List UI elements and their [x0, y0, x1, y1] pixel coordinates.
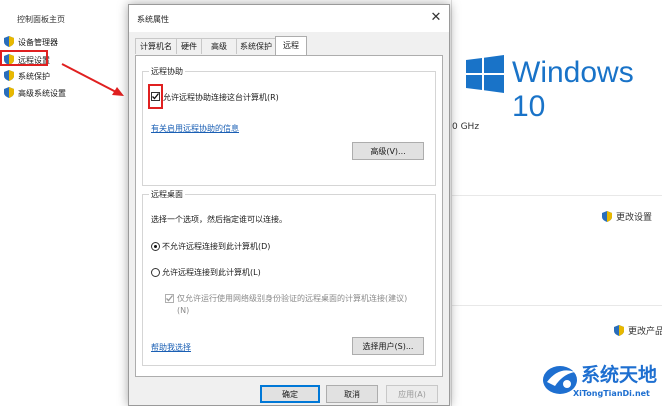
ok-button[interactable]: 确定	[260, 385, 320, 403]
windows-logo-icon	[466, 55, 504, 93]
window-divider	[451, 0, 452, 406]
select-users-button[interactable]: 选择用户(S)...	[352, 337, 424, 355]
remote-assistance-info-link[interactable]: 有关启用远程协助的信息	[151, 123, 239, 134]
allow-remote-assistance-label[interactable]: 允许远程协助连接这台计算机(R)	[163, 92, 279, 103]
change-settings-label: 更改设置	[616, 213, 653, 223]
close-icon[interactable]: ✕	[429, 11, 443, 25]
nla-only-label-shortcut: (N)	[177, 306, 190, 315]
deny-remote-label[interactable]: 不允许远程连接到此计算机(D)	[162, 241, 270, 252]
remote-assistance-title: 远程协助	[149, 66, 185, 77]
sidebar-item-advanced-system-settings[interactable]: 高级系统设置	[4, 87, 66, 99]
shield-icon	[614, 325, 624, 336]
processor-speed-text: 0 GHz	[452, 122, 480, 132]
tab-hardware[interactable]: 硬件	[176, 38, 202, 54]
deny-remote-radio[interactable]	[151, 242, 160, 251]
highlight-box-checkbox	[148, 84, 163, 109]
tab-remote[interactable]: 远程	[275, 36, 307, 55]
nla-only-label[interactable]: 仅允许运行使用网络级别身份验证的远程桌面的计算机连接(建议)	[177, 293, 407, 304]
apply-button[interactable]: 应用(A)	[386, 385, 438, 403]
allow-remote-label[interactable]: 允许远程连接到此计算机(L)	[162, 267, 261, 278]
shield-icon	[4, 87, 14, 98]
divider	[452, 195, 662, 196]
tab-panel-remote: 远程协助 允许远程协助连接这台计算机(R) 有关启用远程协助的信息 高级(V).…	[135, 55, 443, 377]
tab-advanced[interactable]: 高级	[201, 38, 237, 54]
shield-icon	[4, 36, 14, 47]
remote-desktop-instruction: 选择一个选项，然后指定谁可以连接。	[151, 215, 287, 224]
help-me-choose-link[interactable]: 帮助我选择	[151, 342, 191, 353]
highlight-box-remote-settings	[0, 50, 48, 66]
sidebar-item-label: 系统保护	[18, 72, 50, 81]
shield-icon	[4, 70, 14, 81]
advanced-button[interactable]: 高级(V)...	[352, 142, 424, 160]
watermark: 系统天地 XiTongTianDi.net	[541, 360, 662, 404]
cancel-button[interactable]: 取消	[326, 385, 378, 403]
tab-system-protection[interactable]: 系统保护	[236, 38, 276, 54]
watermark-url: XiTongTianDi.net	[573, 389, 650, 398]
sidebar-item-label: 高级系统设置	[18, 89, 66, 98]
sidebar-item-device-manager[interactable]: 设备管理器	[4, 36, 58, 48]
tab-computer-name[interactable]: 计算机名	[135, 38, 177, 54]
change-product-key-label: 更改产品密	[628, 327, 662, 337]
nla-only-checkbox[interactable]	[165, 294, 174, 303]
change-settings-link[interactable]: 更改设置	[602, 210, 652, 223]
control-panel-home-link[interactable]: 控制面板主页	[17, 14, 65, 25]
change-product-key-link[interactable]: 更改产品密	[614, 324, 662, 337]
windows-edition-text: Windows 10	[512, 56, 634, 123]
allow-remote-radio[interactable]	[151, 268, 160, 277]
remote-desktop-title: 远程桌面	[149, 189, 185, 200]
watermark-title: 系统天地	[581, 364, 658, 386]
checkmark-icon	[166, 295, 174, 302]
sidebar-item-label: 设备管理器	[18, 38, 58, 47]
dialog-titlebar[interactable]: 系统属性 ✕	[129, 5, 449, 32]
dialog-title: 系统属性	[137, 15, 169, 24]
divider	[452, 305, 662, 306]
red-arrow-annotation	[61, 63, 124, 96]
shield-icon	[602, 211, 612, 222]
sidebar-item-system-protection[interactable]: 系统保护	[4, 70, 50, 82]
system-properties-dialog: 系统属性 ✕ 计算机名 硬件 高级 系统保护 远程 远程协助 允许远程协助连接这…	[128, 4, 450, 406]
